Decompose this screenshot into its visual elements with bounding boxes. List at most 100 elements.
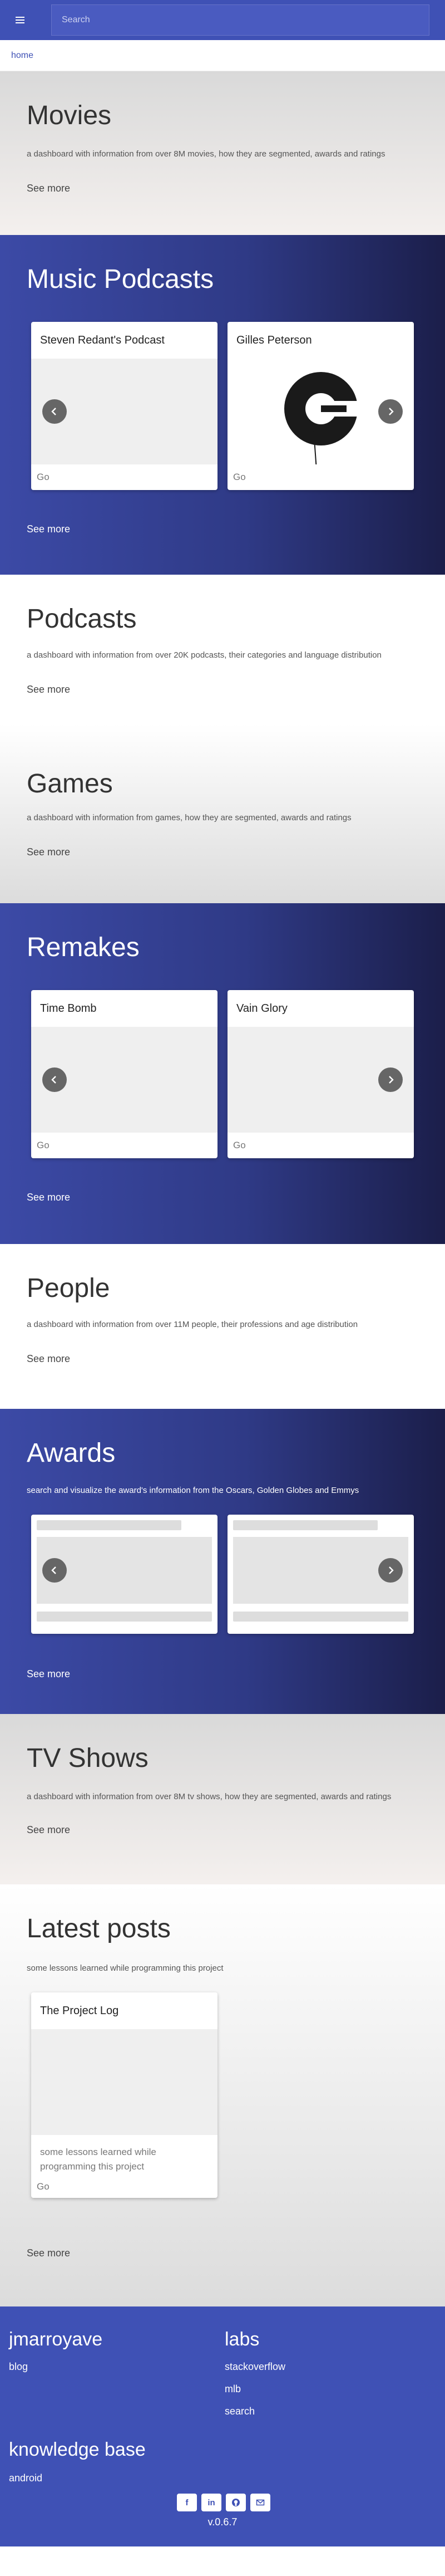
chevron-left-icon (51, 408, 56, 415)
awards-description: search and visualize the award's informa… (27, 1486, 359, 1495)
footer-labs-title: labs (225, 2329, 260, 2350)
remake-card-image (228, 1027, 414, 1133)
podcast-card-title: Steven Redant's Podcast (40, 334, 165, 346)
skeleton-line (37, 1520, 181, 1530)
tvshows-see-more-link[interactable]: See more (27, 1824, 70, 1836)
latest-posts-list: The Project Log some lessons learned whi… (31, 1992, 217, 2198)
music-podcasts-see-more-link[interactable]: See more (27, 523, 70, 535)
skeleton-line (233, 1612, 408, 1622)
podcasts-see-more-link[interactable]: See more (27, 684, 70, 696)
footer-knowledge-base-title: knowledge base (9, 2439, 146, 2460)
post-card: The Project Log some lessons learned whi… (31, 1992, 217, 2198)
skeleton-line (233, 1520, 378, 1530)
post-card-image (31, 2029, 217, 2135)
remakes-section: Remakes Time Bomb Go Vain Glory Go See m… (0, 903, 445, 1244)
skeleton-line (37, 1612, 212, 1622)
tvshows-section: TV Shows a dashboard with information fr… (0, 1714, 445, 1884)
games-section: Games a dashboard with information from … (0, 724, 445, 903)
music-podcasts-carousel: Steven Redant's Podcast Go Gilles Peters… (31, 322, 414, 490)
breadcrumb-home-link[interactable]: home (11, 51, 33, 61)
remake-card-image (31, 1027, 217, 1133)
menu-icon[interactable] (9, 9, 31, 31)
awards-carousel (31, 1515, 414, 1634)
carousel-next-button[interactable] (378, 1558, 403, 1583)
carousel-next-button[interactable] (378, 399, 403, 424)
post-card-title: The Project Log (40, 2004, 119, 2017)
remake-card-title: Vain Glory (236, 1002, 288, 1015)
remake-card-title: Time Bomb (40, 1002, 97, 1015)
carousel-next-button[interactable] (378, 1067, 403, 1092)
top-app-bar (0, 0, 445, 40)
facebook-button[interactable]: f (177, 2494, 197, 2511)
remakes-see-more-link[interactable]: See more (27, 1192, 70, 1203)
chevron-right-icon (389, 408, 394, 415)
chevron-right-icon (389, 1076, 394, 1084)
skeleton-media (233, 1537, 408, 1604)
post-card-go-link[interactable]: Go (31, 2176, 217, 2198)
search-box (51, 4, 429, 36)
podcast-card-image (31, 359, 217, 464)
podcasts-description: a dashboard with information from over 2… (27, 650, 382, 660)
version-label: v.0.6.7 (207, 2516, 238, 2528)
skeleton-media (37, 1537, 212, 1604)
carousel-prev-button[interactable] (42, 1067, 67, 1092)
footer-link-search[interactable]: search (225, 2406, 255, 2417)
email-icon (256, 2499, 265, 2506)
latest-posts-description: some lessons learned while programming t… (27, 1963, 224, 1973)
movies-description: a dashboard with information from over 8… (27, 149, 385, 159)
remake-card: Vain Glory Go (228, 990, 414, 1158)
github-icon (232, 2499, 240, 2506)
chevron-left-icon (51, 1076, 56, 1084)
latest-posts-title: Latest posts (27, 1914, 171, 1943)
games-title: Games (27, 769, 113, 799)
search-input[interactable] (62, 15, 419, 25)
awards-title: Awards (27, 1438, 116, 1468)
movies-title: Movies (27, 101, 112, 130)
people-description: a dashboard with information from over 1… (27, 1320, 358, 1329)
chevron-right-icon (389, 1566, 394, 1574)
people-see-more-link[interactable]: See more (27, 1353, 70, 1365)
podcasts-section: Podcasts a dashboard with information fr… (0, 575, 445, 724)
podcasts-title: Podcasts (27, 604, 137, 634)
remakes-carousel: Time Bomb Go Vain Glory Go (31, 990, 414, 1158)
games-see-more-link[interactable]: See more (27, 846, 70, 858)
tvshows-title: TV Shows (27, 1744, 149, 1773)
carousel-prev-button[interactable] (42, 1558, 67, 1583)
movies-section: Movies a dashboard with information from… (0, 71, 445, 235)
podcast-card-go-link[interactable]: Go (31, 464, 217, 490)
footer-link-android[interactable]: android (9, 2472, 42, 2484)
movies-see-more-link[interactable]: See more (27, 183, 70, 194)
social-links: f in (177, 2494, 270, 2511)
tvshows-description: a dashboard with information from over 8… (27, 1792, 392, 1801)
post-card-summary: some lessons learned while programming t… (40, 2147, 156, 2172)
remake-card-go-link[interactable]: Go (31, 1133, 217, 1158)
email-button[interactable] (250, 2494, 270, 2511)
footer-link-mlb[interactable]: mlb (225, 2383, 241, 2395)
awards-section: Awards search and visualize the award's … (0, 1409, 445, 1714)
linkedin-button[interactable]: in (201, 2494, 221, 2511)
award-card-placeholder (31, 1515, 217, 1634)
podcast-card: Gilles Peterson Go (228, 322, 414, 490)
carousel-prev-button[interactable] (42, 399, 67, 424)
people-title: People (27, 1274, 110, 1303)
linkedin-icon: in (207, 2497, 215, 2508)
remake-card-go-link[interactable]: Go (228, 1133, 414, 1158)
podcast-card-go-link[interactable]: Go (228, 464, 414, 490)
podcast-card: Steven Redant's Podcast Go (31, 322, 217, 490)
remake-card: Time Bomb Go (31, 990, 217, 1158)
footer-jmarroyave-title: jmarroyave (9, 2329, 103, 2350)
chevron-left-icon (51, 1566, 56, 1574)
latest-posts-see-more-link[interactable]: See more (27, 2247, 70, 2259)
github-button[interactable] (226, 2494, 246, 2511)
footer-link-blog[interactable]: blog (9, 2361, 28, 2373)
awards-see-more-link[interactable]: See more (27, 1668, 70, 1680)
games-description: a dashboard with information from games,… (27, 813, 352, 822)
footer: jmarroyave blog labs stackoverflow mlb s… (0, 2306, 445, 2546)
award-card-placeholder (228, 1515, 414, 1634)
people-section: People a dashboard with information from… (0, 1244, 445, 1409)
footer-link-stackoverflow[interactable]: stackoverflow (225, 2361, 285, 2373)
music-podcasts-section: Music Podcasts Steven Redant's Podcast G… (0, 235, 445, 575)
latest-posts-section: Latest posts some lessons learned while … (0, 1884, 445, 2306)
podcast-card-image (228, 359, 414, 464)
facebook-icon: f (185, 2497, 189, 2508)
